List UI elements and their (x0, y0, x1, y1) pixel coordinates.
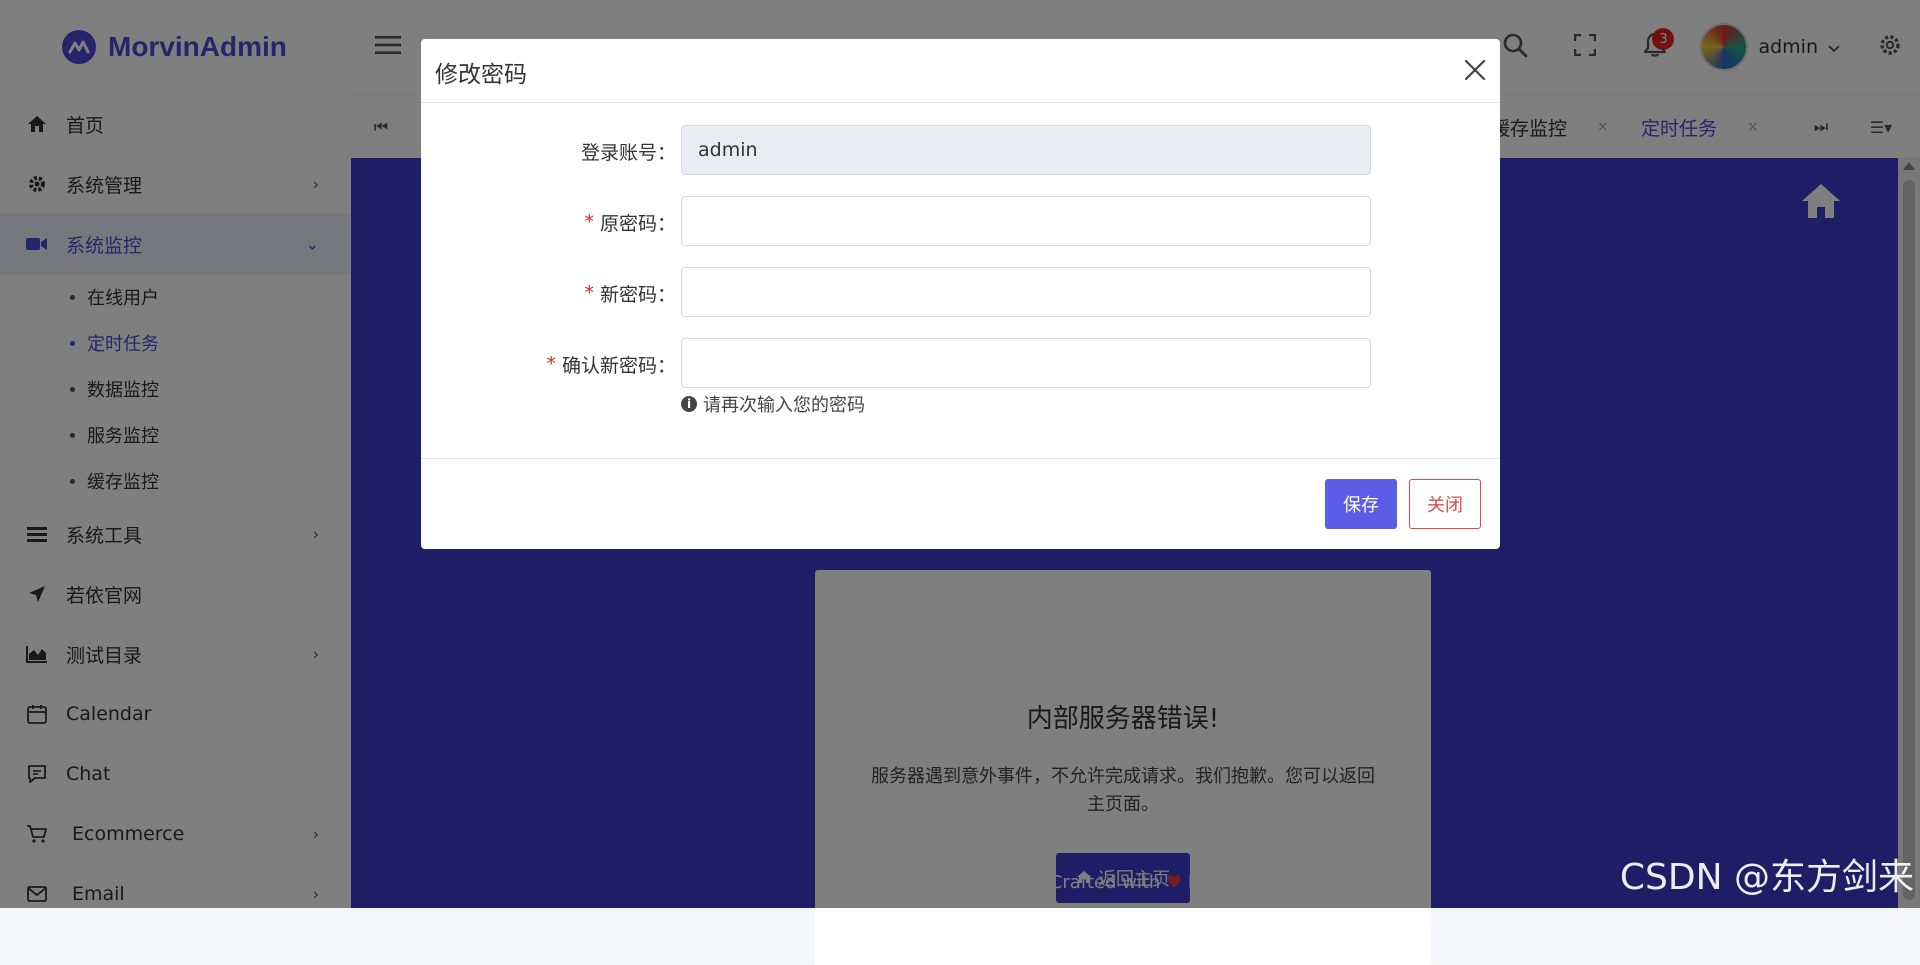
confirm-password-row: * 确认新密码： (421, 338, 1500, 390)
field-label-text: 原密码： (599, 212, 676, 235)
old-password-row: * 原密码： (421, 196, 1500, 248)
old-password-label: * 原密码： (584, 196, 676, 248)
field-label-text: 确认新密码： (561, 354, 676, 377)
login-account-field[interactable] (681, 125, 1371, 175)
confirm-password-field[interactable] (681, 338, 1371, 388)
modal-footer: 保存 关闭 (421, 458, 1500, 550)
watermark-text: CSDN @东方剑来 (1619, 857, 1914, 898)
required-mark: * (584, 282, 594, 304)
confirm-password-hint: i 请再次输入您的密码 (681, 391, 865, 417)
cancel-button[interactable]: 关闭 (1409, 479, 1481, 529)
close-icon[interactable] (1462, 57, 1488, 83)
login-account-label: 登录账号： (581, 125, 676, 177)
new-password-row: * 新密码： (421, 267, 1500, 319)
required-mark: * (584, 211, 594, 233)
modal-header: 修改密码 (421, 39, 1500, 103)
login-account-row: 登录账号： (421, 125, 1500, 177)
old-password-field[interactable] (681, 196, 1371, 246)
field-label-text: 新密码： (599, 283, 676, 306)
confirm-password-label: * 确认新密码： (546, 338, 676, 390)
hint-text: 请再次输入您的密码 (703, 395, 865, 416)
info-icon: i (681, 396, 697, 412)
field-label-text: 登录账号： (580, 141, 676, 164)
modal-title: 修改密码 (435, 62, 527, 88)
save-button[interactable]: 保存 (1325, 479, 1397, 529)
change-password-modal: 修改密码 登录账号： *原密码： *新密码： *确认新密码： i 请再次输入您的… (421, 39, 1500, 549)
new-password-label: * 新密码： (584, 267, 676, 319)
required-mark: * (546, 353, 556, 375)
new-password-field[interactable] (681, 267, 1371, 317)
